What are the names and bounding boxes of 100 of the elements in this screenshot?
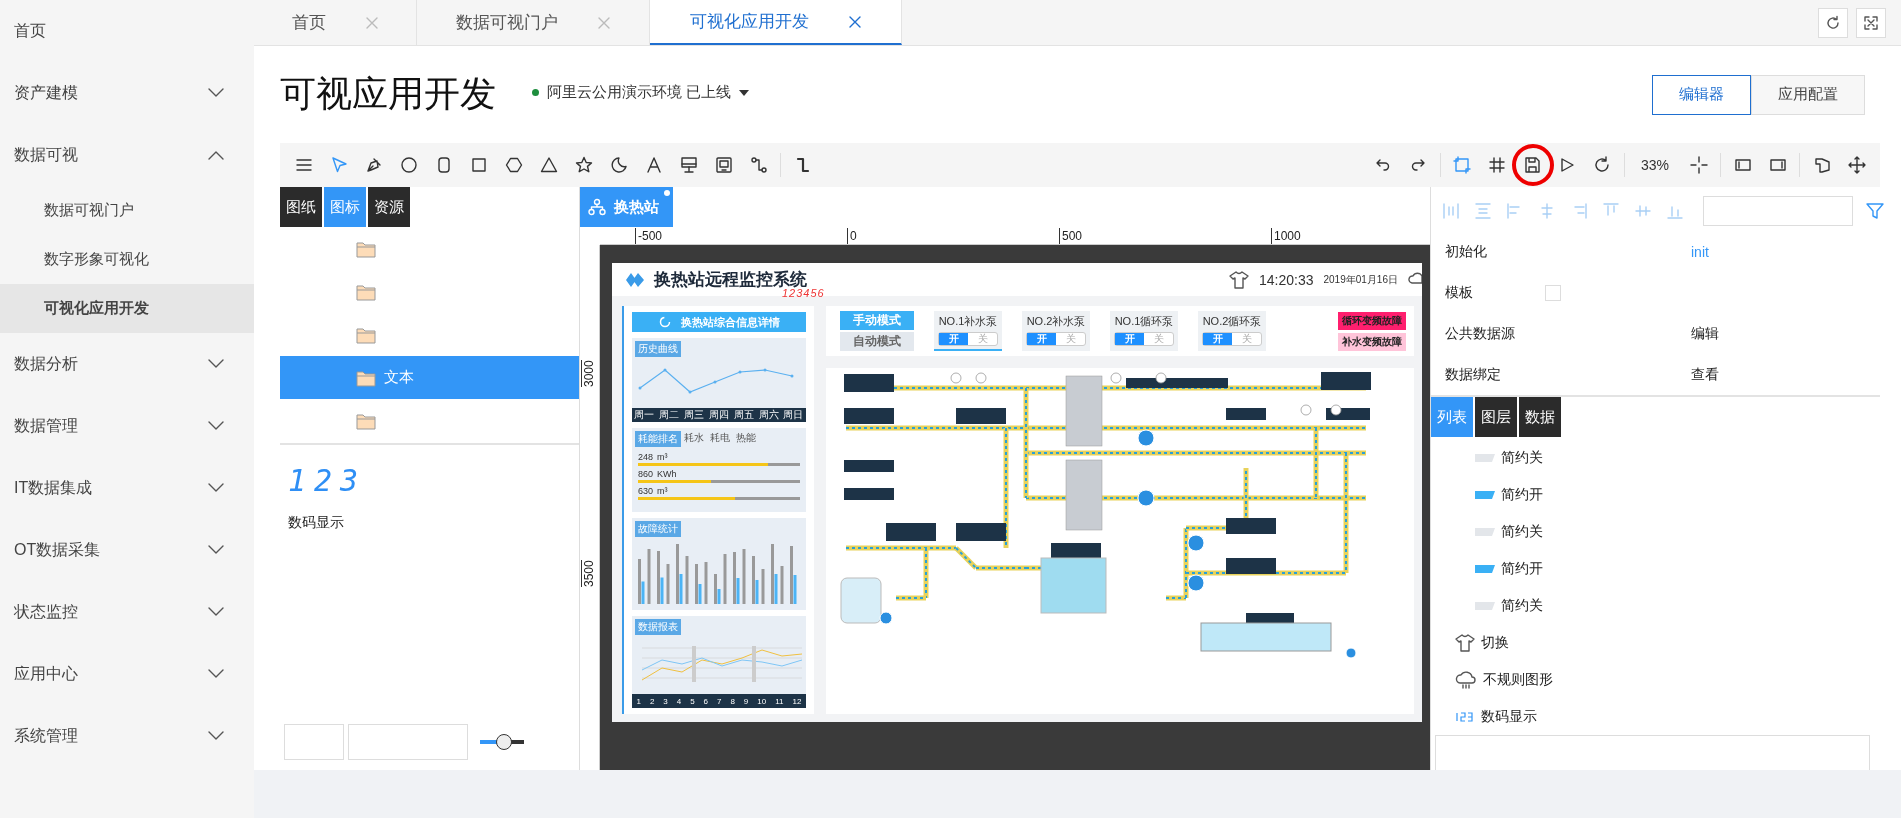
- search-field[interactable]: [1703, 196, 1853, 226]
- panel-tab[interactable]: 图层: [1475, 397, 1517, 437]
- folder-icon: [356, 411, 376, 430]
- fullscreen-button[interactable]: [1856, 7, 1886, 38]
- input-field[interactable]: [348, 724, 468, 760]
- list-item[interactable]: 简约关: [1431, 587, 1880, 624]
- sidebar-item[interactable]: OT数据采集: [0, 519, 254, 581]
- sidebar-subitem[interactable]: 数字形象可视化: [0, 235, 254, 284]
- sidebar-item[interactable]: 数据管理: [0, 395, 254, 457]
- fullscreen-icon: [1863, 14, 1879, 31]
- folder-icon: [356, 239, 376, 258]
- axis-label: 2: [649, 696, 655, 706]
- environment-dropdown[interactable]: 阿里云公用演示环境 已上线: [526, 82, 756, 103]
- close-icon[interactable]: [849, 15, 861, 28]
- connector-icon: [748, 155, 769, 175]
- sidebar-item[interactable]: 状态监控: [0, 581, 254, 643]
- chevron-down-icon: [208, 359, 224, 369]
- checkbox[interactable]: [1545, 284, 1561, 301]
- star-icon: [573, 155, 594, 175]
- pump-card[interactable]: NO.2补水泵 开 关: [1022, 311, 1090, 351]
- tab[interactable]: 可视化应用开发: [650, 0, 902, 45]
- sidebar-item[interactable]: 数据分析: [0, 333, 254, 395]
- slider-thumb[interactable]: [496, 734, 513, 750]
- folder-icon: [356, 282, 376, 301]
- view-toggle-button[interactable]: 编辑器: [1652, 74, 1751, 115]
- sidebar-item[interactable]: 系统管理: [0, 705, 254, 767]
- list-item[interactable]: 简约关: [1431, 439, 1880, 476]
- panel-tab[interactable]: 图纸: [280, 187, 322, 227]
- page-title: 可视应用开发: [280, 72, 496, 116]
- unsaved-dot: [664, 190, 670, 196]
- zoom-level[interactable]: 33%: [1628, 157, 1681, 173]
- sidebar-subitem[interactable]: 可视化应用开发: [0, 284, 254, 333]
- mode-button[interactable]: 自动模式: [840, 332, 914, 351]
- pump-card[interactable]: NO.1循环泵 开 关: [1110, 311, 1178, 351]
- sidebar-item[interactable]: 资产建模: [0, 62, 254, 124]
- grid-icon: [1487, 155, 1508, 175]
- sidebar-item[interactable]: 首页: [0, 0, 254, 62]
- axis-label: 周六: [758, 408, 779, 422]
- axis-label: 周四: [708, 408, 729, 422]
- component-label: 数码显示: [288, 514, 345, 532]
- list-item[interactable]: 简约关: [1431, 513, 1880, 550]
- axis-label: 12: [792, 696, 802, 706]
- list-item[interactable]: 不规则图形: [1431, 661, 1880, 698]
- input-field[interactable]: [284, 724, 344, 760]
- axis-label: 周日: [783, 408, 804, 422]
- refresh-icon: [1825, 14, 1841, 31]
- device-icon: [713, 155, 734, 175]
- property-label: 公共数据源: [1445, 324, 1516, 343]
- diamond-logo-icon: [626, 272, 644, 287]
- date-text: 2019年01月16日: [1323, 272, 1398, 287]
- list-item[interactable]: 简约开: [1431, 550, 1880, 587]
- panel-title: 历史曲线: [635, 341, 681, 357]
- crescent-icon: [608, 155, 629, 175]
- axis-label: 6: [703, 696, 709, 706]
- folder-icon: [356, 325, 376, 344]
- pump-label: NO.2补水泵: [1026, 314, 1086, 329]
- pump-label: NO.1补水泵: [938, 314, 998, 329]
- list-item[interactable]: 切换: [1431, 624, 1880, 661]
- chevron-down-icon: [208, 483, 224, 493]
- clock-time: 14:20:33: [1259, 271, 1314, 288]
- spinner-icon: [658, 316, 671, 328]
- sidebar-item[interactable]: 应用中心: [0, 643, 254, 705]
- frame-icon: [1452, 155, 1473, 175]
- chevron-up-icon: [208, 150, 224, 160]
- view-toggle-button[interactable]: 应用配置: [1751, 74, 1865, 115]
- shirt-icon: [1455, 633, 1475, 652]
- property-label: 数据绑定: [1445, 365, 1502, 384]
- axis-label: 3: [663, 696, 668, 706]
- panel-tab[interactable]: 资源: [368, 187, 410, 227]
- axis-label: 7: [717, 696, 722, 706]
- ruler-label: 3500: [581, 560, 596, 587]
- meter-unit: KWh: [657, 469, 677, 479]
- alarm-tag: 循环变频故障: [1338, 311, 1406, 330]
- input-field[interactable]: [1435, 735, 1870, 773]
- meter-value: 860: [638, 469, 654, 479]
- refresh-button[interactable]: [1818, 7, 1848, 38]
- sidebar-subitem[interactable]: 数据可视门户: [0, 186, 254, 235]
- ruler-label: 500: [1059, 228, 1083, 244]
- list-item[interactable]: 简约开: [1431, 476, 1880, 513]
- chevron-down-icon: [208, 88, 224, 98]
- sidebar-item[interactable]: IT数据集成: [0, 457, 254, 519]
- axis-label: 4: [676, 696, 682, 706]
- pump-card[interactable]: NO.2循环泵 开 关: [1198, 311, 1266, 351]
- pump-card[interactable]: NO.1补水泵 开 关: [934, 311, 1002, 351]
- filter-icon[interactable]: [1865, 201, 1885, 221]
- meter-unit: m³: [657, 486, 668, 496]
- axis-label: 10: [757, 696, 767, 706]
- meter-value: 248: [638, 452, 654, 462]
- property-action[interactable]: 编辑: [1691, 324, 1719, 343]
- panel-title: 数据报表: [635, 619, 681, 635]
- property-label: 初始化: [1445, 242, 1488, 261]
- legend-label: 耗电: [710, 431, 730, 445]
- sidebar-item[interactable]: 数据可视: [0, 124, 254, 186]
- property-action[interactable]: 查看: [1691, 365, 1719, 384]
- ruler-label: 1000: [1271, 228, 1301, 244]
- chevron-down-icon: [208, 731, 224, 741]
- list-item[interactable]: 数码显示: [1431, 698, 1880, 735]
- caret-down-icon: [739, 89, 750, 96]
- panel-tab[interactable]: 数据: [1519, 397, 1561, 437]
- legend-label: 热能: [736, 431, 756, 445]
